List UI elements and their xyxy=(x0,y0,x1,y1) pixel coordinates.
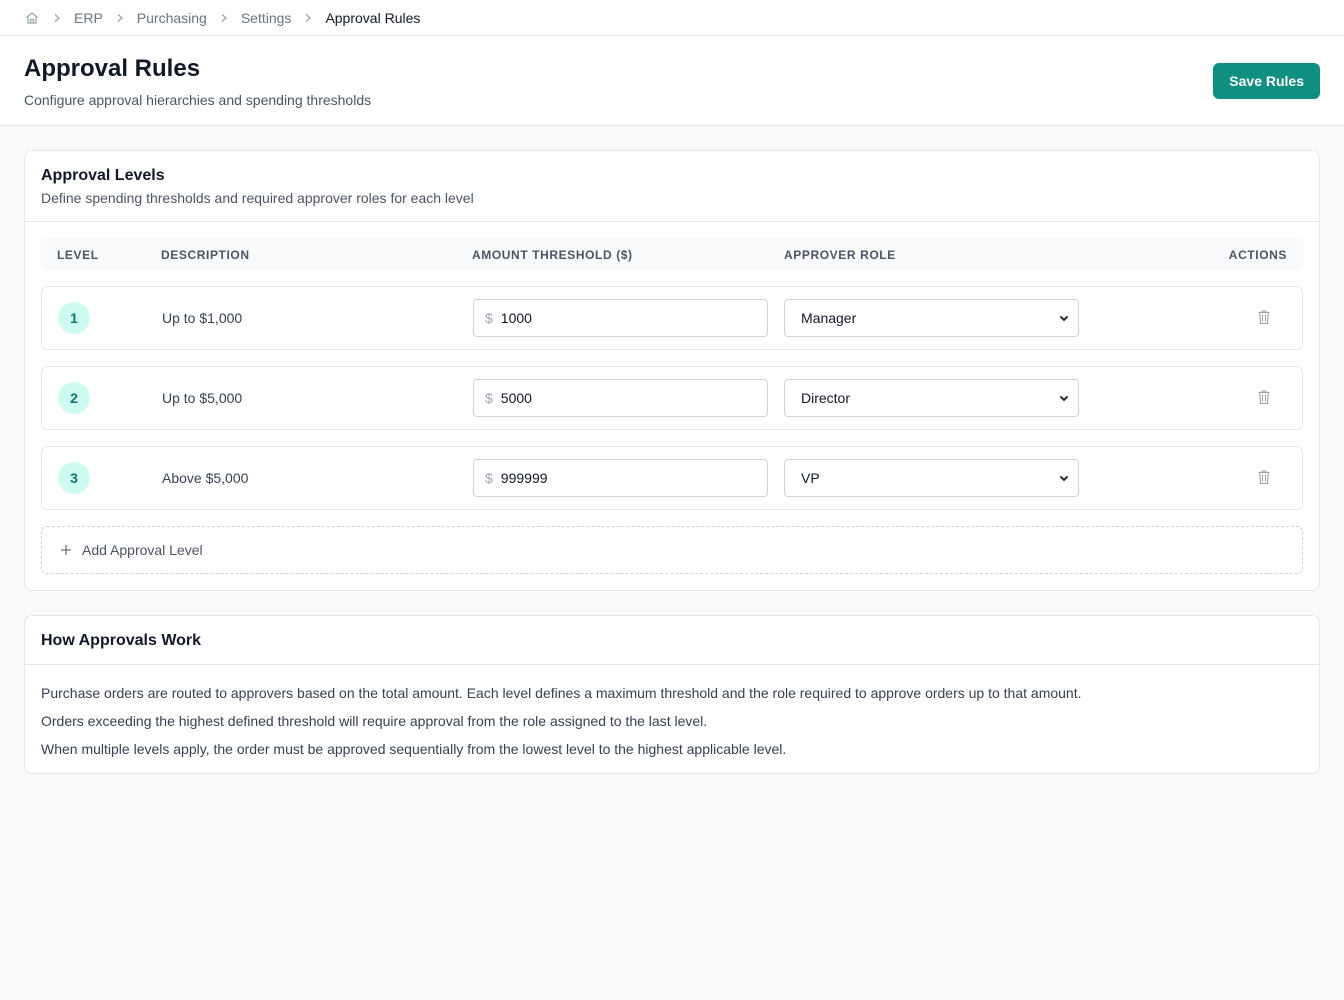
page-header: Approval Rules Configure approval hierar… xyxy=(0,36,1344,126)
approval-levels-card: Approval Levels Define spending threshol… xyxy=(24,150,1320,591)
plus-icon xyxy=(60,544,72,556)
chevron-right-icon xyxy=(52,13,62,23)
card-body: Purchase orders are routed to approvers … xyxy=(25,665,1319,759)
info-paragraph: Purchase orders are routed to approvers … xyxy=(41,685,1082,701)
breadcrumb-purchasing[interactable]: Purchasing xyxy=(137,10,207,26)
home-icon[interactable] xyxy=(24,10,40,26)
approver-role-select[interactable]: Director xyxy=(784,379,1079,417)
trash-icon[interactable] xyxy=(1257,389,1273,407)
trash-icon[interactable] xyxy=(1257,469,1273,487)
approver-role-value: Director xyxy=(801,390,851,406)
save-rules-button[interactable]: Save Rules xyxy=(1213,63,1320,99)
info-paragraph: Orders exceeding the highest defined thr… xyxy=(41,713,708,729)
chevron-down-icon xyxy=(1058,312,1070,324)
table-header: LEVEL DESCRIPTION AMOUNT THRESHOLD ($) A… xyxy=(41,238,1303,270)
card-header: How Approvals Work xyxy=(25,616,1319,665)
approver-role-value: VP xyxy=(801,470,820,486)
top-bar: ERP Purchasing Settings Approval Rules xyxy=(0,0,1344,36)
chevron-right-icon xyxy=(115,13,125,23)
approver-role-value: Manager xyxy=(801,310,857,326)
chevron-down-icon xyxy=(1058,472,1070,484)
amount-threshold-field[interactable]: $ xyxy=(473,379,768,417)
level-description: Up to $1,000 xyxy=(162,310,243,326)
approver-role-select[interactable]: Manager xyxy=(784,299,1079,337)
chevron-down-icon xyxy=(1058,392,1070,404)
add-approval-level-button[interactable]: Add Approval Level xyxy=(41,526,1303,574)
card-title: Approval Levels xyxy=(41,167,165,184)
column-header-actions: ACTIONS xyxy=(1228,248,1287,262)
amount-threshold-input[interactable] xyxy=(500,390,741,406)
info-paragraph: When multiple levels apply, the order mu… xyxy=(41,741,787,757)
currency-symbol: $ xyxy=(485,310,493,326)
currency-symbol: $ xyxy=(485,470,493,486)
breadcrumb: ERP Purchasing Settings Approval Rules xyxy=(24,10,420,26)
page-title: Approval Rules xyxy=(24,55,201,82)
how-approvals-work-card: How Approvals Work Purchase orders are r… xyxy=(24,615,1320,774)
column-header-description: DESCRIPTION xyxy=(161,248,250,262)
chevron-right-icon xyxy=(303,13,313,23)
breadcrumb-current: Approval Rules xyxy=(325,9,421,26)
level-badge: 1 xyxy=(58,302,90,334)
amount-threshold-field[interactable]: $ xyxy=(473,299,768,337)
level-description: Up to $5,000 xyxy=(162,390,243,406)
table-row: 3 Above $5,000 $ VP xyxy=(41,446,1303,510)
currency-symbol: $ xyxy=(485,390,493,406)
column-header-level: LEVEL xyxy=(57,248,99,262)
level-badge: 3 xyxy=(58,462,90,494)
card-subtitle: Define spending thresholds and required … xyxy=(41,190,474,206)
add-approval-level-label: Add Approval Level xyxy=(82,542,203,558)
level-description: Above $5,000 xyxy=(162,470,249,486)
card-header: Approval Levels Define spending threshol… xyxy=(25,151,1319,222)
amount-threshold-input[interactable] xyxy=(500,310,741,326)
chevron-right-icon xyxy=(219,13,229,23)
trash-icon[interactable] xyxy=(1257,309,1273,327)
level-badge: 2 xyxy=(58,382,90,414)
column-header-amount: AMOUNT THRESHOLD ($) xyxy=(472,248,633,262)
card-title: How Approvals Work xyxy=(41,632,202,649)
table-row: 1 Up to $1,000 $ Manager xyxy=(41,286,1303,350)
amount-threshold-field[interactable]: $ xyxy=(473,459,768,497)
approver-role-select[interactable]: VP xyxy=(784,459,1079,497)
amount-threshold-input[interactable] xyxy=(500,470,741,486)
column-header-role: APPROVER ROLE xyxy=(784,248,896,262)
page-subtitle: Configure approval hierarchies and spend… xyxy=(24,92,372,108)
breadcrumb-settings[interactable]: Settings xyxy=(241,10,292,26)
breadcrumb-erp[interactable]: ERP xyxy=(74,10,103,26)
table-row: 2 Up to $5,000 $ Director xyxy=(41,366,1303,430)
